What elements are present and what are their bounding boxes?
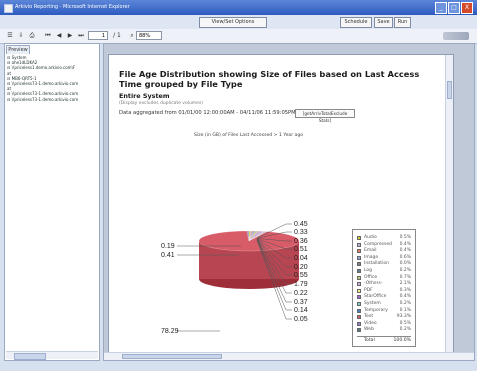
legend-row: Web 0.2% bbox=[357, 326, 411, 333]
first-page-icon[interactable]: ⏮ bbox=[44, 32, 52, 40]
slice-value-label: 0.45 bbox=[294, 221, 308, 228]
legend-swatch bbox=[357, 308, 361, 313]
schedule-button[interactable]: Schedule bbox=[340, 17, 372, 28]
legend-swatch bbox=[357, 255, 361, 260]
close-button[interactable]: X bbox=[461, 2, 473, 14]
save-button[interactable]: Save bbox=[374, 17, 393, 28]
report-horizontal-thumb[interactable] bbox=[122, 354, 222, 359]
legend-swatch bbox=[357, 295, 361, 300]
page-total: / 1 bbox=[113, 32, 121, 39]
slice-value-label: 0.55 bbox=[294, 272, 308, 279]
find-icon[interactable]: ⌕ bbox=[128, 32, 136, 40]
slice-value-label: 0.20 bbox=[294, 264, 308, 271]
report-scroll-thumb[interactable] bbox=[447, 81, 452, 99]
export-icon[interactable]: ⇩ bbox=[17, 32, 25, 40]
legend-swatch bbox=[357, 302, 361, 306]
legend-swatch bbox=[357, 321, 361, 326]
window-titlebar: Arkivio Reporting - Microsoft Internet E… bbox=[0, 0, 477, 15]
legend-swatch bbox=[357, 288, 361, 293]
minimize-button[interactable]: _ bbox=[435, 2, 447, 14]
slice-value-label: 0.19 bbox=[161, 243, 175, 250]
run-button[interactable]: Run bbox=[394, 17, 411, 28]
slice-value-label: 78.29 bbox=[161, 328, 179, 335]
window-controls: _ □ X bbox=[435, 2, 473, 14]
slice-value-label: 0.22 bbox=[294, 290, 308, 297]
legend-swatch bbox=[357, 275, 361, 280]
legend-total-row: Total 100.0% bbox=[357, 336, 411, 344]
print-icon[interactable]: ⎙ bbox=[28, 32, 36, 40]
chart-legend: Audio 0.5% Compressed 0.4% Email 0.4% Image 0.6… bbox=[352, 229, 416, 347]
legend-swatch bbox=[357, 269, 361, 273]
brand-logo-icon bbox=[443, 32, 469, 40]
legend-swatch bbox=[357, 282, 361, 287]
left-scroll-thumb[interactable] bbox=[14, 353, 46, 360]
report-page: File Age Distribution showing Size of Fi… bbox=[108, 54, 454, 353]
slice-value-label: 0.33 bbox=[294, 229, 308, 236]
slice-value-label: 0.51 bbox=[294, 246, 308, 253]
slice-value-label: 0.37 bbox=[294, 299, 308, 306]
tree-icon[interactable]: ☰ bbox=[6, 32, 14, 40]
slice-value-label: 0.14 bbox=[294, 307, 308, 314]
navigation-pane: Preview ⊟ System ⊟ ahe1dLDKA2 ⊟ \\pricel… bbox=[4, 43, 100, 361]
report-vertical-scrollbar[interactable] bbox=[445, 55, 453, 352]
last-page-icon[interactable]: ⏭ bbox=[77, 32, 85, 40]
previous-page-icon[interactable]: ◀ bbox=[55, 32, 63, 40]
legend-total-value: 100.0% bbox=[393, 338, 411, 343]
tree-item[interactable]: ⊟ \\priceless73-1.demo.arkivio.com bbox=[7, 97, 97, 102]
report-viewer: File Age Distribution showing Size of Fi… bbox=[103, 43, 475, 361]
legend-swatch bbox=[357, 262, 361, 267]
slice-value-label: 0.04 bbox=[294, 255, 308, 262]
app-action-bar: View/Set Options Schedule Save Run bbox=[0, 15, 477, 30]
legend-label: Web bbox=[364, 327, 374, 333]
window-title: Arkivio Reporting - Microsoft Internet E… bbox=[15, 4, 130, 10]
legend-value: 0.2% bbox=[399, 327, 411, 333]
maximize-button[interactable]: □ bbox=[448, 2, 460, 14]
slice-value-label: 0.41 bbox=[161, 252, 175, 259]
legend-swatch bbox=[357, 315, 361, 320]
slice-value-label: 0.05 bbox=[294, 316, 308, 323]
report-horizontal-scrollbar[interactable] bbox=[104, 352, 474, 360]
tab-preview[interactable]: Preview bbox=[6, 45, 30, 54]
slice-value-label: 1.79 bbox=[294, 281, 308, 288]
slice-value-label: 0.36 bbox=[294, 238, 308, 245]
page-number-input[interactable]: 1 bbox=[88, 31, 108, 40]
legend-total-label: Total bbox=[364, 338, 375, 343]
legend-swatch bbox=[357, 242, 361, 247]
legend-swatch bbox=[357, 236, 361, 240]
navigation-tree: ⊟ System ⊟ ahe1dLDKA2 ⊟ \\priceless1.dem… bbox=[7, 55, 97, 102]
view-set-options-button[interactable]: View/Set Options bbox=[199, 17, 267, 28]
left-horizontal-scrollbar[interactable] bbox=[6, 351, 98, 360]
zoom-select[interactable]: 88% bbox=[136, 31, 162, 40]
app-icon bbox=[4, 4, 13, 13]
legend-swatch bbox=[357, 249, 361, 254]
report-toolbar: ☰ ⇩ ⎙ ⏮ ◀ ▶ ⏭ 1 / 1 ⌕ 88% bbox=[0, 29, 477, 44]
next-page-icon[interactable]: ▶ bbox=[66, 32, 74, 40]
legend-swatch bbox=[357, 328, 361, 333]
